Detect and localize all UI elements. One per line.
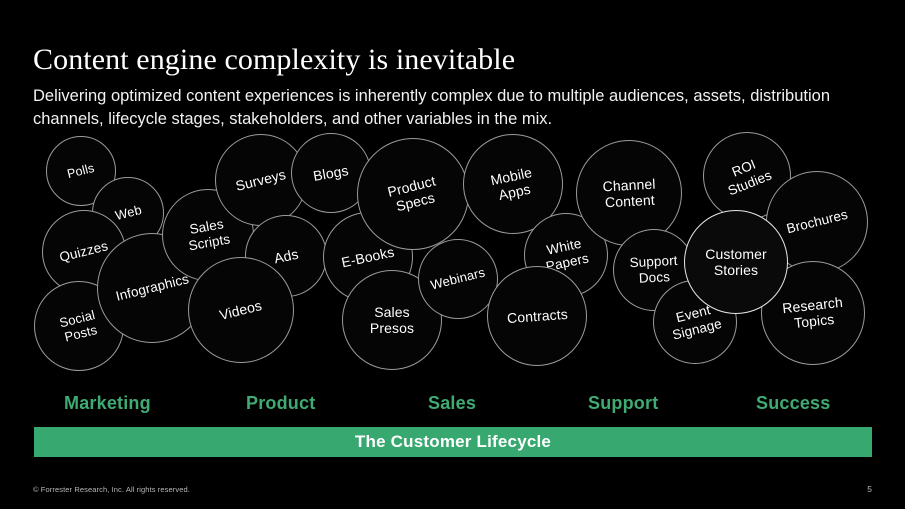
bubble-label: Infographics [113, 271, 190, 305]
bubble-label: Customer Stories [705, 245, 767, 278]
bubble-label: Contracts [506, 305, 568, 326]
bubble-customer-stories: Customer Stories [684, 210, 788, 314]
bubble-label: Social Posts [57, 307, 99, 345]
bubble-label: Brochures [784, 206, 850, 237]
page-title: Content engine complexity is inevitable [33, 43, 516, 77]
bubble-webinars: Webinars [418, 239, 498, 319]
footer-copyright: © Forrester Research, Inc. All rights re… [33, 485, 190, 494]
bubble-label: Ads [272, 245, 300, 267]
bubble-label: Surveys [234, 165, 288, 194]
bubble-label: Research Topics [781, 293, 844, 332]
lifecycle-stage-product: Product [246, 393, 316, 413]
bubble-contracts: Contracts [487, 266, 587, 366]
footer-page-number: 5 [867, 484, 872, 494]
bubble-product-specs: Product Specs [357, 138, 469, 250]
bubble-label: Polls [65, 160, 97, 181]
bubble-label: ROI Studies [725, 156, 774, 199]
page-subtitle: Delivering optimized content experiences… [33, 86, 831, 128]
bubble-label: Quizzes [58, 238, 110, 265]
lifecycle-stage-support: Support [588, 393, 659, 413]
lifecycle-bar-label: The Customer Lifecycle [354, 432, 552, 451]
bubble-label: Product Specs [385, 172, 437, 215]
bubble-label: Support Docs [629, 253, 678, 286]
bubble-cluster: Polls Web Quizzes Social Posts Infographics S… [0, 125, 905, 375]
bubble-label: Sales Scripts [187, 216, 232, 254]
lifecycle-stage-marketing: Marketing [64, 393, 151, 413]
bubble-label: Videos [218, 296, 264, 323]
lifecycle-stage-sales: Sales [428, 393, 477, 413]
bubble-label: Sales Presos [369, 303, 415, 336]
bubble-label: Blogs [312, 161, 350, 184]
slide-canvas: Content engine complexity is inevitable … [0, 0, 905, 509]
lifecycle-stage-labels: Marketing Product Sales Support Success [34, 393, 872, 419]
bubble-label: Mobile Apps [489, 163, 534, 204]
bubble-videos: Videos [188, 257, 294, 363]
bubble-label: Channel Content [601, 175, 656, 211]
lifecycle-bar: The Customer Lifecycle [34, 427, 872, 457]
bubble-label: E-Books [340, 243, 396, 271]
lifecycle-stage-success: Success [756, 393, 831, 413]
bubble-label: Web [113, 202, 143, 224]
bubble-label: Webinars [429, 264, 487, 293]
